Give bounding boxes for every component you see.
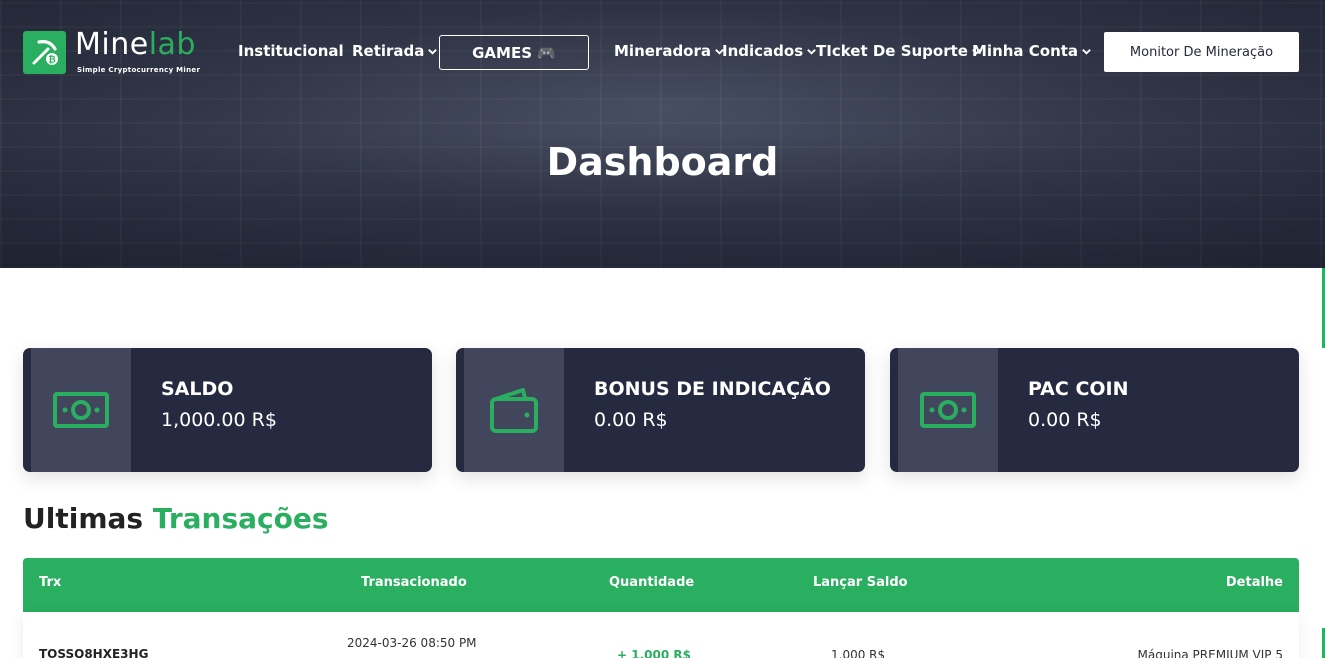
chevron-down-icon <box>1082 48 1091 55</box>
section-title-transacoes: Ultimas Transações <box>23 502 329 535</box>
column-header-lancar-saldo: Lançar Saldo <box>813 575 908 590</box>
logo-tagline: Simple Cryptocurrency Miner <box>77 66 201 74</box>
column-header-transacionado: Transacionado <box>361 575 467 590</box>
column-header-detalhe: Detalhe <box>1225 575 1283 590</box>
column-header-trx: Trx <box>39 575 62 590</box>
games-button[interactable]: GAMES 🎮 <box>439 35 589 70</box>
wallet-icon <box>464 348 564 472</box>
money-bill-icon <box>898 348 998 472</box>
cell-trx: TOSSQ8HXE3HG <box>39 647 149 658</box>
logo-name: Minelab <box>75 27 196 62</box>
pickaxe-bitcoin-icon: ₿ <box>23 30 66 74</box>
monitor-mineracao-button[interactable]: Monitor De Mineração <box>1104 32 1299 72</box>
card-value: 1,000.00 R$ <box>161 409 277 431</box>
nav-item-minha-conta[interactable]: Minha Conta <box>972 42 1092 60</box>
cell-detail: Máquina PREMIUM VIP 5 <box>1137 648 1283 658</box>
card-title: BONUS DE INDICAÇÃO <box>594 378 831 400</box>
nav-item-retirada[interactable]: Retirada <box>352 42 438 60</box>
cell-amount: + 1,000 R$ <box>617 648 691 658</box>
nav-item-ticket-suporte[interactable]: TIcket De Suporte <box>816 42 982 60</box>
card-pac-coin: PAC COIN 0.00 R$ <box>890 348 1299 472</box>
logo[interactable]: ₿ Minelab Simple Cryptocurrency Miner <box>23 30 200 74</box>
money-bill-icon <box>31 348 131 472</box>
nav-item-mineradora[interactable]: Mineradora <box>614 42 725 60</box>
page-title: Dashboard <box>546 140 779 184</box>
card-value: 0.00 R$ <box>1028 409 1102 431</box>
table-row: TOSSQ8HXE3HG 2024-03-26 08:50 PM + 1,000… <box>23 612 1299 658</box>
nav-item-indicados[interactable]: Indicados <box>722 42 817 60</box>
svg-text:₿: ₿ <box>48 55 55 66</box>
card-title: PAC COIN <box>1028 378 1129 400</box>
card-bonus-indicacao: BONUS DE INDICAÇÃO 0.00 R$ <box>456 348 865 472</box>
card-saldo: SALDO 1,000.00 R$ <box>23 348 432 472</box>
card-title: SALDO <box>161 378 234 400</box>
nav-item-institucional[interactable]: Institucional <box>238 42 344 60</box>
cell-post-balance: 1,000 R$ <box>831 648 886 658</box>
cell-date: 2024-03-26 08:50 PM <box>347 636 477 650</box>
card-value: 0.00 R$ <box>594 409 668 431</box>
column-header-quantidade: Quantidade <box>609 575 695 590</box>
table-header: Trx Transacionado Quantidade Lançar Sald… <box>23 558 1299 612</box>
chevron-down-icon <box>428 48 438 55</box>
